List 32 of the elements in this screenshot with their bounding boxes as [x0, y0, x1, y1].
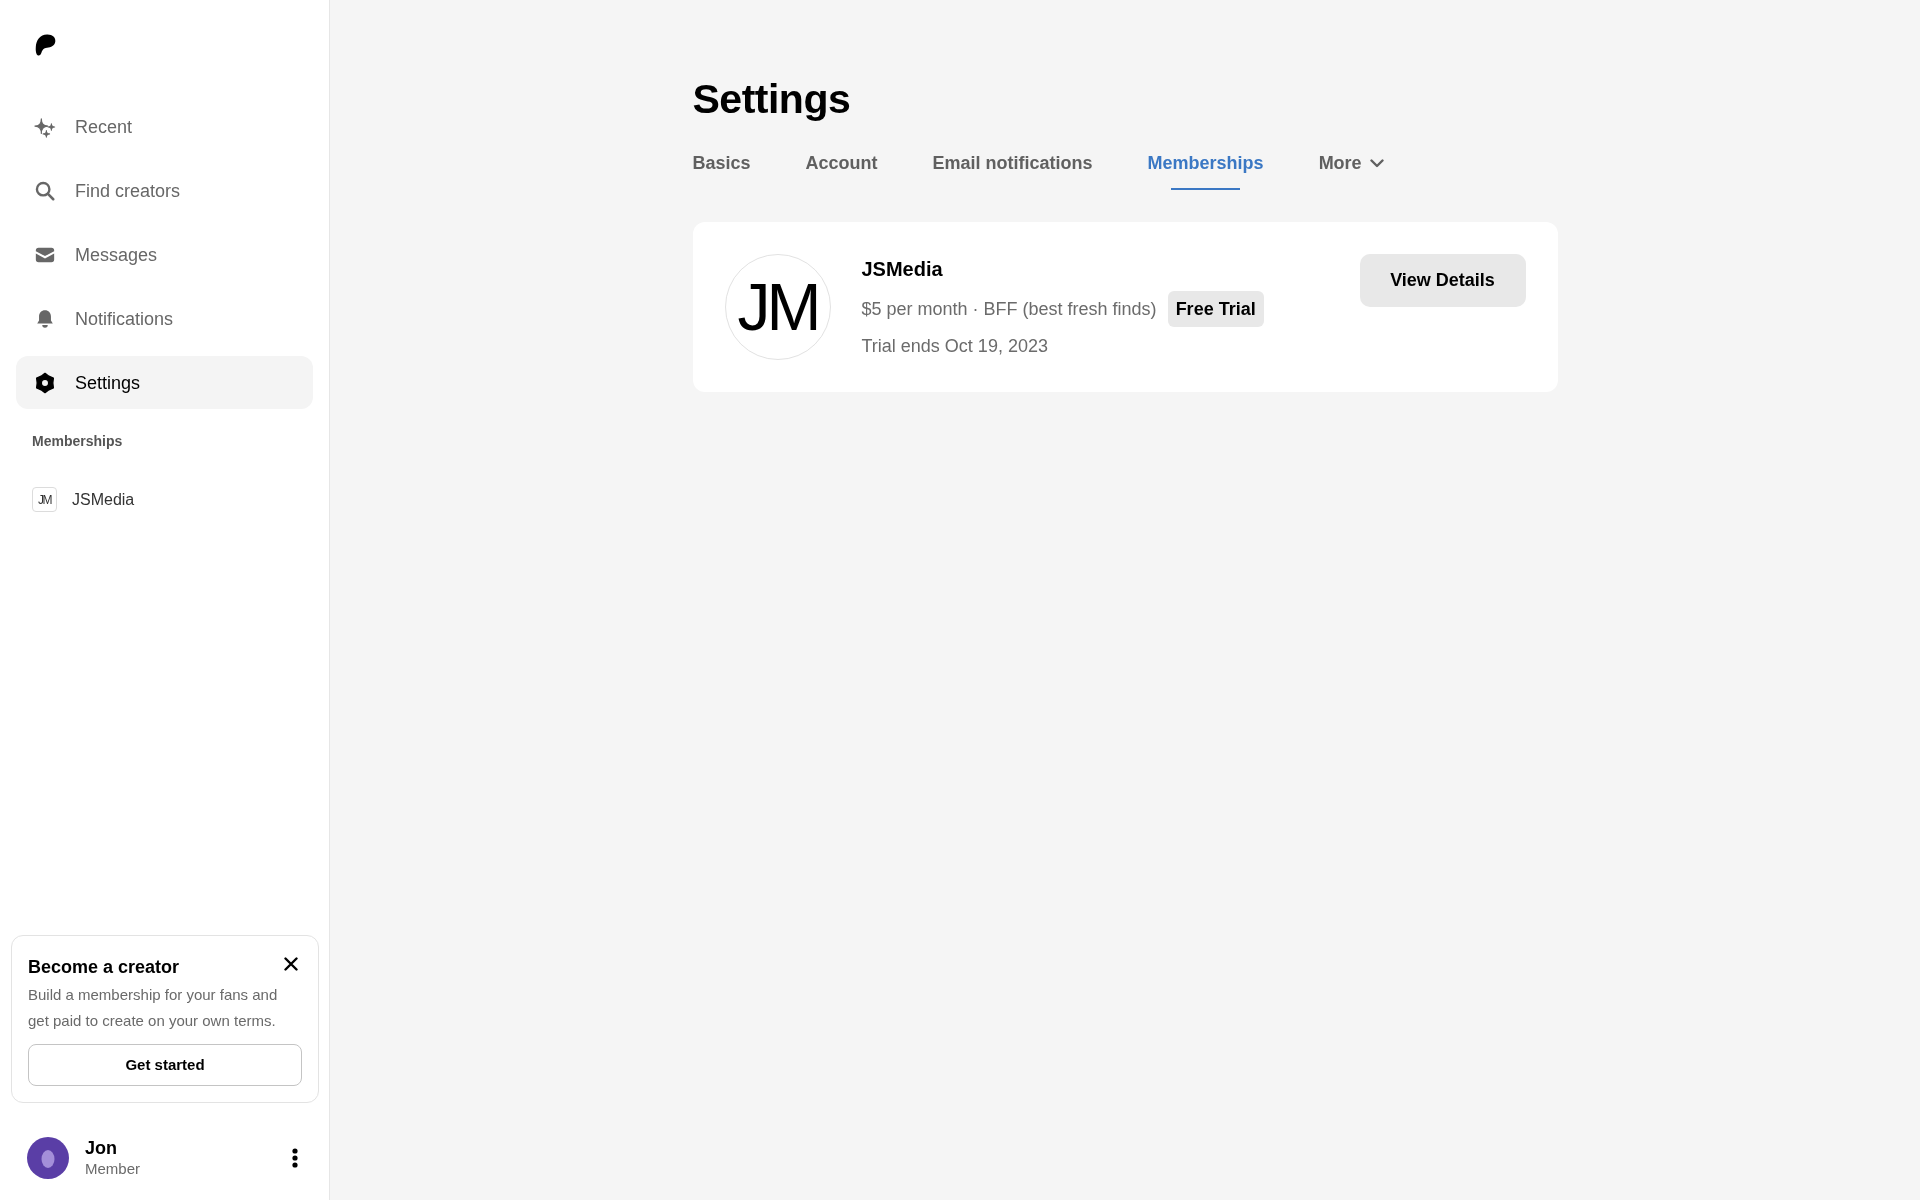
tab[interactable]: Account [805, 152, 878, 190]
promo-text: Build a membership for your fans and get paid to create on your own terms. [28, 985, 279, 1031]
tab[interactable]: More [1318, 152, 1384, 190]
close-button[interactable] [284, 957, 298, 971]
chevron-down-icon [1369, 158, 1384, 168]
tab[interactable]: Memberships [1147, 152, 1264, 190]
tab[interactable]: Basics [692, 152, 751, 190]
sparkles-icon [34, 115, 56, 138]
creator-avatar: JM [724, 254, 831, 360]
user-role: Member [85, 1159, 140, 1179]
creator-avatar: JM [32, 487, 57, 512]
settings-icon [34, 371, 56, 394]
vertical-dots-icon [292, 1148, 298, 1168]
close-icon [284, 957, 298, 971]
trial-end-date: Trial ends Oct 19, 2023 [861, 335, 1049, 357]
membership-details: $5 per month · BFF (best fresh finds) [861, 298, 1157, 320]
bell-icon [34, 307, 56, 330]
page-title: Settings [692, 75, 852, 123]
get-started-button[interactable]: Get started [28, 1044, 302, 1086]
search-icon [34, 179, 56, 202]
view-details-button[interactable]: View Details [1359, 254, 1526, 307]
more-options-button[interactable] [291, 1148, 299, 1168]
creator-name: JSMedia [861, 257, 944, 281]
membership-link[interactable]: JM JSMedia [32, 487, 297, 512]
promo-title: Become a creator [28, 956, 180, 978]
nav-item[interactable]: Settings [16, 356, 313, 409]
trial-badge: Free Trial [1167, 291, 1264, 327]
avatar-icon[interactable] [27, 1137, 69, 1179]
logo-icon[interactable] [35, 34, 56, 56]
section-heading: Memberships [32, 433, 124, 449]
user-name: Jon [85, 1137, 118, 1159]
tab[interactable]: Email notifications [932, 152, 1093, 190]
